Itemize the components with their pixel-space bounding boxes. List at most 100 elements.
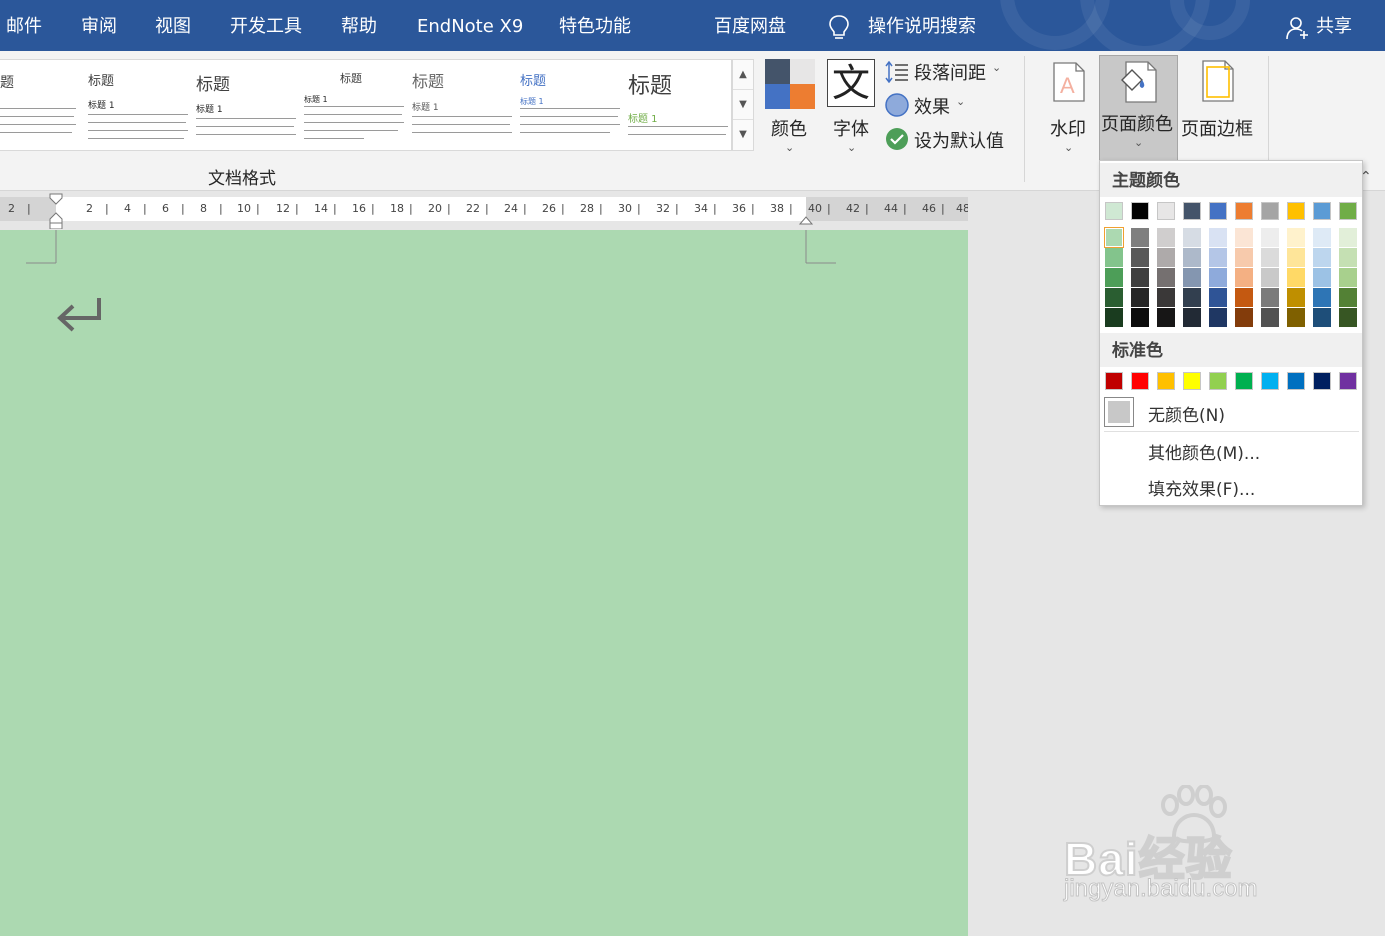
standard-color-swatch[interactable] [1261,372,1279,390]
effects-button[interactable]: 效果 ⌄ [885,93,975,119]
theme-shade-swatch[interactable] [1261,308,1279,327]
horizontal-ruler[interactable]: 2 | 2 | 4 | 6 | 8 | 10 | 12 | 14 | 16 | 18 | 20 | 22 | 24 | 26 | 28 |… [0,192,979,229]
theme-shade-swatch[interactable] [1209,268,1227,287]
standard-color-swatch[interactable] [1313,372,1331,390]
theme-shade-swatch[interactable] [1131,268,1149,287]
document-page[interactable] [0,230,968,936]
theme-shade-swatch[interactable] [1261,228,1279,247]
style-thumbnail[interactable]: 标题 标题 1 [520,60,620,150]
theme-shade-swatch[interactable] [1313,288,1331,307]
theme-color-swatch[interactable] [1235,202,1253,220]
tab-special-features[interactable]: 特色功能 [559,0,631,51]
theme-color-swatch[interactable] [1339,202,1357,220]
theme-shade-swatch[interactable] [1235,228,1253,247]
standard-color-swatch[interactable] [1183,372,1201,390]
theme-shade-swatch[interactable] [1104,227,1124,248]
theme-color-swatch[interactable] [1131,202,1149,220]
style-thumbnail[interactable]: 标题 标题 1 [628,60,730,150]
theme-shade-swatch[interactable] [1105,268,1123,287]
theme-shade-swatch[interactable] [1339,268,1357,287]
theme-shade-swatch[interactable] [1131,228,1149,247]
theme-color-swatch[interactable] [1105,202,1123,220]
watermark-button[interactable]: A 水印 ⌄ [1042,57,1096,154]
indent-marker-icon[interactable] [49,193,63,229]
theme-shade-swatch[interactable] [1235,288,1253,307]
tab-endnote[interactable]: EndNote X9 [417,0,523,51]
no-color-option[interactable]: 无颜色(N) [1100,395,1362,431]
gallery-up-icon[interactable]: ▲ [733,60,753,90]
theme-shade-swatch[interactable] [1105,288,1123,307]
theme-shade-swatch[interactable] [1157,228,1175,247]
standard-color-swatch[interactable] [1235,372,1253,390]
theme-shade-swatch[interactable] [1313,308,1331,327]
theme-shade-swatch[interactable] [1157,308,1175,327]
theme-shade-swatch[interactable] [1287,268,1305,287]
page-borders-button[interactable]: 页面边框 [1179,57,1259,152]
theme-shade-swatch[interactable] [1183,308,1201,327]
fill-effects-option[interactable]: 填充效果(F)... [1100,469,1362,503]
theme-color-swatch[interactable] [1313,202,1331,220]
standard-color-swatch[interactable] [1157,372,1175,390]
standard-color-swatch[interactable] [1339,372,1357,390]
theme-color-swatch[interactable] [1183,202,1201,220]
theme-shade-swatch[interactable] [1313,248,1331,267]
theme-shade-swatch[interactable] [1183,268,1201,287]
style-thumbnail[interactable]: 标题 标题 1 [88,60,188,150]
theme-shade-swatch[interactable] [1131,308,1149,327]
theme-shade-swatch[interactable] [1339,288,1357,307]
theme-shade-swatch[interactable] [1105,308,1123,327]
theme-shade-swatch[interactable] [1209,248,1227,267]
theme-color-swatch[interactable] [1157,202,1175,220]
tab-help[interactable]: 帮助 [341,0,377,51]
theme-shade-swatch[interactable] [1339,308,1357,327]
theme-shade-swatch[interactable] [1261,288,1279,307]
style-thumbnail[interactable]: 标题 [0,60,76,150]
tab-baidu-netdisk[interactable]: 百度网盘 [714,0,786,51]
theme-shade-swatch[interactable] [1339,248,1357,267]
tab-view[interactable]: 视图 [155,0,191,51]
theme-color-swatch[interactable] [1209,202,1227,220]
theme-shade-swatch[interactable] [1261,268,1279,287]
theme-color-swatch[interactable] [1287,202,1305,220]
right-indent-marker-icon[interactable] [799,212,813,226]
standard-color-swatch[interactable] [1131,372,1149,390]
theme-shade-swatch[interactable] [1287,308,1305,327]
theme-shade-swatch[interactable] [1209,288,1227,307]
set-as-default-button[interactable]: 设为默认值 [885,127,1015,153]
theme-shade-swatch[interactable] [1183,228,1201,247]
standard-color-swatch[interactable] [1209,372,1227,390]
theme-shade-swatch[interactable] [1183,248,1201,267]
standard-color-swatch[interactable] [1287,372,1305,390]
more-colors-option[interactable]: 其他颜色(M)... [1100,433,1362,467]
tab-review[interactable]: 审阅 [81,0,117,51]
paragraph-spacing-button[interactable]: 段落间距 ⌄ [885,59,1015,85]
theme-shade-swatch[interactable] [1339,228,1357,247]
gallery-more-icon[interactable]: ▼ [733,120,753,150]
theme-shade-swatch[interactable] [1157,288,1175,307]
colors-button[interactable]: 颜色 ⌄ [763,57,815,154]
theme-shade-swatch[interactable] [1131,248,1149,267]
theme-shade-swatch[interactable] [1105,248,1123,267]
standard-color-swatch[interactable] [1105,372,1123,390]
gallery-down-icon[interactable]: ▼ [733,90,753,120]
page-color-button[interactable]: 页面颜色 ⌄ [1099,55,1178,161]
tab-mailings[interactable]: 邮件 [6,0,42,51]
style-thumbnail[interactable]: 标题 标题 1 [304,60,404,150]
theme-shade-swatch[interactable] [1131,288,1149,307]
theme-shade-swatch[interactable] [1183,288,1201,307]
theme-shade-swatch[interactable] [1261,248,1279,267]
theme-shade-swatch[interactable] [1209,308,1227,327]
theme-shade-swatch[interactable] [1235,308,1253,327]
theme-shade-swatch[interactable] [1287,228,1305,247]
theme-shade-swatch[interactable] [1157,248,1175,267]
theme-shade-swatch[interactable] [1235,268,1253,287]
theme-color-swatch[interactable] [1261,202,1279,220]
theme-shade-swatch[interactable] [1287,288,1305,307]
tab-developer[interactable]: 开发工具 [230,0,302,51]
theme-shade-swatch[interactable] [1235,248,1253,267]
theme-shade-swatch[interactable] [1157,268,1175,287]
theme-shade-swatch[interactable] [1313,228,1331,247]
style-thumbnail[interactable]: 标题 标题 1 [412,60,512,150]
theme-shade-swatch[interactable] [1287,248,1305,267]
style-thumbnail[interactable]: 标题 标题 1 [196,60,296,150]
